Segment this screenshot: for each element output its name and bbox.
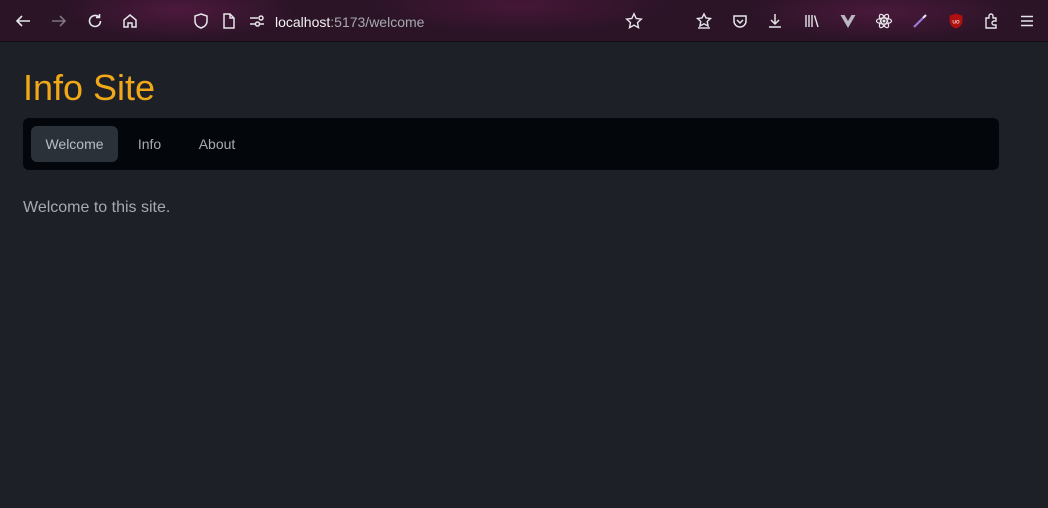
svg-text:uo: uo — [952, 19, 960, 26]
forward-arrow-icon[interactable] — [49, 11, 69, 31]
vue-devtools-icon[interactable] — [838, 11, 858, 31]
nav-about[interactable]: About — [186, 126, 248, 162]
reload-icon[interactable] — [85, 11, 105, 31]
url-path: :5173/welcome — [330, 14, 425, 30]
library-icon[interactable] — [802, 11, 822, 31]
page-icon[interactable] — [219, 11, 239, 31]
home-icon[interactable] — [120, 11, 140, 31]
nav-info[interactable]: Info — [126, 126, 173, 162]
site-title: Info Site — [23, 67, 156, 108]
shield-icon[interactable] — [191, 11, 211, 31]
extensions-icon[interactable] — [982, 11, 1002, 31]
color-picker-icon[interactable] — [910, 11, 930, 31]
welcome-text: Welcome to this site. — [23, 199, 171, 216]
main-navbar: Welcome Info About — [23, 118, 999, 170]
url-host: localhost — [275, 14, 331, 30]
nav-welcome[interactable]: Welcome — [31, 126, 118, 162]
back-arrow-icon[interactable] — [13, 11, 33, 31]
bookmark-star-icon[interactable] — [624, 11, 644, 31]
react-devtools-icon[interactable] — [874, 11, 894, 31]
hamburger-menu-icon[interactable] — [1017, 11, 1037, 31]
ublock-icon[interactable]: uo — [946, 11, 966, 31]
address-bar-url[interactable]: localhost:5173/welcome — [275, 13, 424, 31]
pocket-icon[interactable] — [730, 11, 750, 31]
download-icon[interactable] — [765, 11, 785, 31]
browser-toolbar: localhost:5173/welcome uo — [0, 0, 1048, 42]
permissions-icon[interactable] — [247, 11, 267, 31]
bookmarks-menu-icon[interactable] — [694, 11, 714, 31]
